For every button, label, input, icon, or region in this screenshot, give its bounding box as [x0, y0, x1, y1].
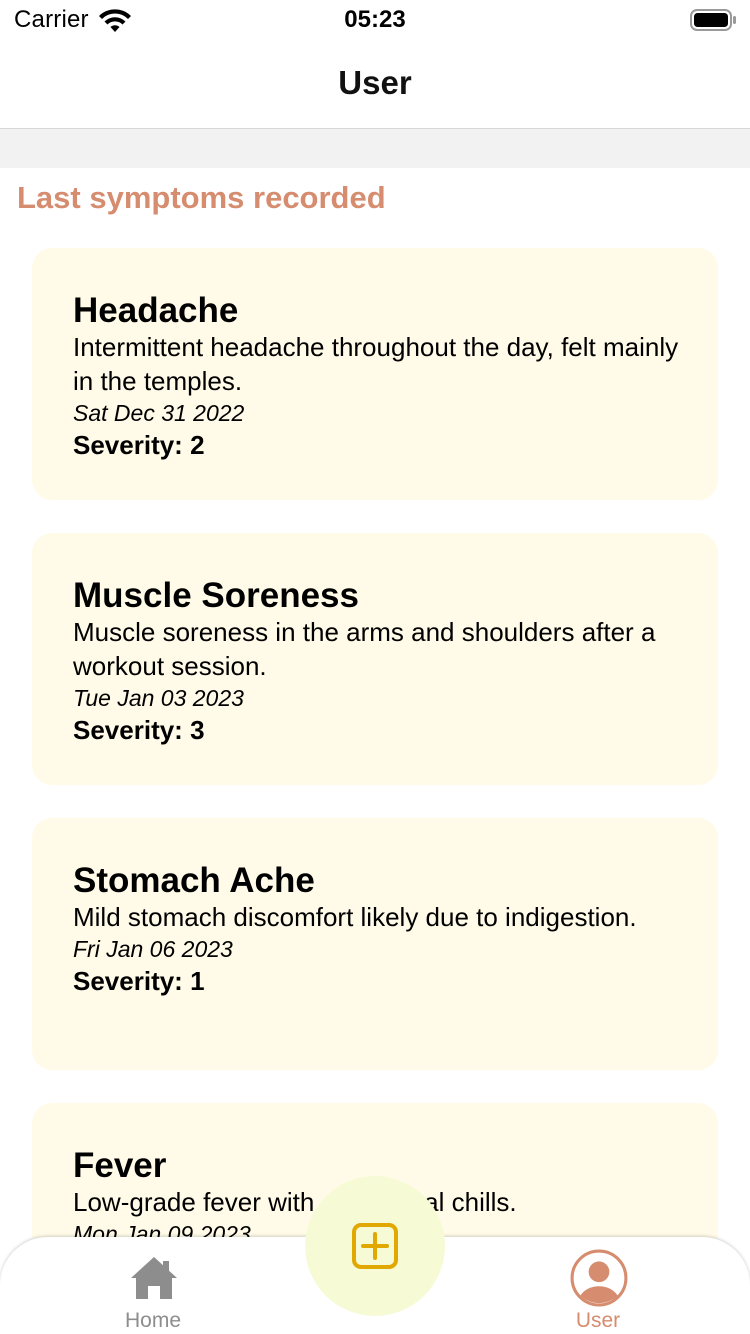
tab-home[interactable]: Home — [78, 1237, 228, 1334]
severity-value: 2 — [190, 430, 205, 460]
severity-value: 1 — [190, 966, 205, 996]
add-symptom-button[interactable] — [305, 1176, 445, 1316]
tab-home-label: Home — [124, 1309, 182, 1332]
clock: 05:23 — [344, 6, 406, 33]
symptom-severity: Severity: 1 — [73, 964, 693, 998]
header-divider-strip — [0, 129, 750, 168]
symptom-card[interactable]: Stomach Ache Mild stomach discomfort lik… — [32, 818, 718, 1070]
page-title: User — [338, 64, 412, 101]
severity-label: Severity: — [73, 966, 183, 996]
home-icon — [131, 1257, 177, 1299]
symptom-description: Mild stomach discomfort likely due to in… — [73, 902, 637, 932]
status-bar: Carrier 05:23 — [0, 0, 750, 44]
symptoms-scroll-view[interactable]: Last symptoms recorded Headache Intermit… — [0, 168, 750, 1238]
section-title: Last symptoms recorded — [17, 180, 386, 215]
symptom-title: Headache — [73, 291, 239, 330]
severity-value: 3 — [190, 715, 205, 745]
symptom-date: Tue Jan 03 2023 — [73, 685, 244, 711]
navigation-bar: User — [0, 44, 750, 129]
symptom-date: Sat Dec 31 2022 — [73, 400, 245, 426]
symptom-description: Muscle soreness in the arms and shoulder… — [73, 617, 656, 681]
user-icon — [570, 1249, 628, 1307]
symptom-severity: Severity: 3 — [73, 713, 693, 747]
plus-square-icon — [352, 1223, 398, 1269]
tab-user[interactable]: User — [523, 1237, 673, 1334]
symptom-description: Intermittent headache throughout the day… — [73, 332, 679, 396]
battery-icon — [690, 9, 736, 31]
symptom-title: Muscle Soreness — [73, 576, 359, 615]
tab-user-label: User — [575, 1309, 621, 1332]
symptom-severity: Severity: 2 — [73, 428, 693, 462]
symptom-title: Stomach Ache — [73, 861, 315, 900]
symptom-card[interactable]: Muscle Soreness Muscle soreness in the a… — [32, 533, 718, 785]
symptom-card[interactable]: Headache Intermittent headache throughou… — [32, 248, 718, 500]
severity-label: Severity: — [73, 430, 183, 460]
severity-label: Severity: — [73, 715, 183, 745]
symptom-date: Fri Jan 06 2023 — [73, 936, 233, 962]
